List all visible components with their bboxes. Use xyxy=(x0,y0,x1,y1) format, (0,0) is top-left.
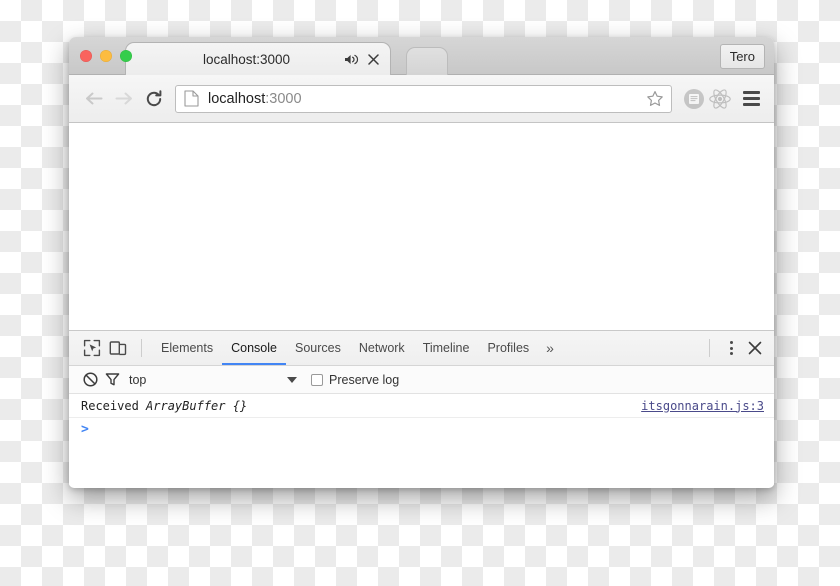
profile-button[interactable]: Tero xyxy=(719,44,765,69)
chevron-down-icon xyxy=(287,376,297,383)
console-context-label: top xyxy=(129,372,147,387)
back-arrow-icon[interactable] xyxy=(79,84,109,114)
menu-line-1 xyxy=(742,91,760,94)
toolbar-divider xyxy=(141,339,142,357)
star-bookmark-icon[interactable] xyxy=(645,89,665,109)
new-tab-button[interactable] xyxy=(406,47,448,75)
forward-arrow-icon[interactable] xyxy=(109,84,139,114)
console-output[interactable]: Received ArrayBuffer {} itsgonnarain.js:… xyxy=(69,394,774,486)
clear-console-icon[interactable] xyxy=(79,369,101,391)
kebab-dot-2 xyxy=(729,346,733,350)
window-zoom-button[interactable] xyxy=(120,50,132,62)
preserve-log-checkbox[interactable]: Preserve log xyxy=(311,373,399,387)
tab-title: localhost:3000 xyxy=(202,52,291,67)
devtools-tab-sources[interactable]: Sources xyxy=(286,331,350,365)
window-minimize-button[interactable] xyxy=(100,50,112,62)
devtools-tab-elements[interactable]: Elements xyxy=(152,331,222,365)
menu-line-3 xyxy=(742,103,760,106)
console-prompt-caret: > xyxy=(81,421,89,437)
navigation-toolbar: localhost:3000 xyxy=(69,75,774,123)
reload-icon[interactable] xyxy=(139,84,169,114)
devtools-tab-bar: Elements Console Sources Network Timelin… xyxy=(69,331,774,366)
console-message-row[interactable]: Received ArrayBuffer {} itsgonnarain.js:… xyxy=(69,394,774,418)
reading-list-extension-icon[interactable] xyxy=(682,87,706,111)
console-filter-bar: top Preserve log xyxy=(69,366,774,394)
menu-line-2 xyxy=(742,97,760,100)
window-controls xyxy=(80,50,132,62)
hamburger-menu-icon[interactable] xyxy=(738,86,764,112)
close-devtools-icon[interactable] xyxy=(742,336,768,360)
console-source-link[interactable]: itsgonnarain.js:3 xyxy=(641,399,764,413)
toolbar-divider-right xyxy=(709,339,710,357)
devtools-overflow-button[interactable]: » xyxy=(538,340,562,356)
kebab-dot-1 xyxy=(729,341,733,344)
page-viewport[interactable] xyxy=(69,123,774,330)
devtools-tab-profiles[interactable]: Profiles xyxy=(478,331,538,365)
tab-strip: localhost:3000 Tero xyxy=(69,37,774,76)
browser-tab-localhost[interactable]: localhost:3000 xyxy=(125,42,391,76)
devtools-panel: Elements Console Sources Network Timelin… xyxy=(69,330,774,486)
more-options-icon[interactable] xyxy=(720,336,742,360)
device-toolbar-icon[interactable] xyxy=(105,335,131,361)
address-bar[interactable]: localhost:3000 xyxy=(175,84,672,113)
url-host: localhost xyxy=(208,90,266,107)
console-message-text: Received ArrayBuffer {} xyxy=(81,399,641,413)
profile-button-label: Tero xyxy=(729,49,755,64)
filter-funnel-icon[interactable] xyxy=(101,369,123,391)
window-close-button[interactable] xyxy=(80,50,92,62)
message-object: ArrayBuffer {} xyxy=(146,398,248,413)
console-context-selector[interactable]: top xyxy=(129,373,297,387)
console-prompt-row[interactable]: > xyxy=(69,418,774,440)
transparent-backdrop: localhost:3000 Tero localhost:3000 Eleme… xyxy=(0,0,840,586)
devtools-tab-console[interactable]: Console xyxy=(222,331,286,365)
react-devtools-extension-icon[interactable] xyxy=(708,87,732,111)
browser-window: localhost:3000 Tero localhost:3000 Eleme… xyxy=(69,37,774,488)
url-port: :3000 xyxy=(265,90,302,107)
address-bar-url: localhost:3000 xyxy=(208,91,645,107)
inspect-element-icon[interactable] xyxy=(79,335,105,361)
preserve-log-label: Preserve log xyxy=(329,372,400,387)
speaker-icon[interactable] xyxy=(343,52,359,68)
kebab-dot-3 xyxy=(729,352,733,355)
devtools-tab-network[interactable]: Network xyxy=(350,331,414,365)
message-label: Received xyxy=(81,398,139,413)
preserve-log-box[interactable] xyxy=(311,373,323,386)
page-document-icon xyxy=(184,90,199,107)
devtools-tab-timeline[interactable]: Timeline xyxy=(414,331,479,365)
tab-close-icon[interactable] xyxy=(365,52,381,68)
